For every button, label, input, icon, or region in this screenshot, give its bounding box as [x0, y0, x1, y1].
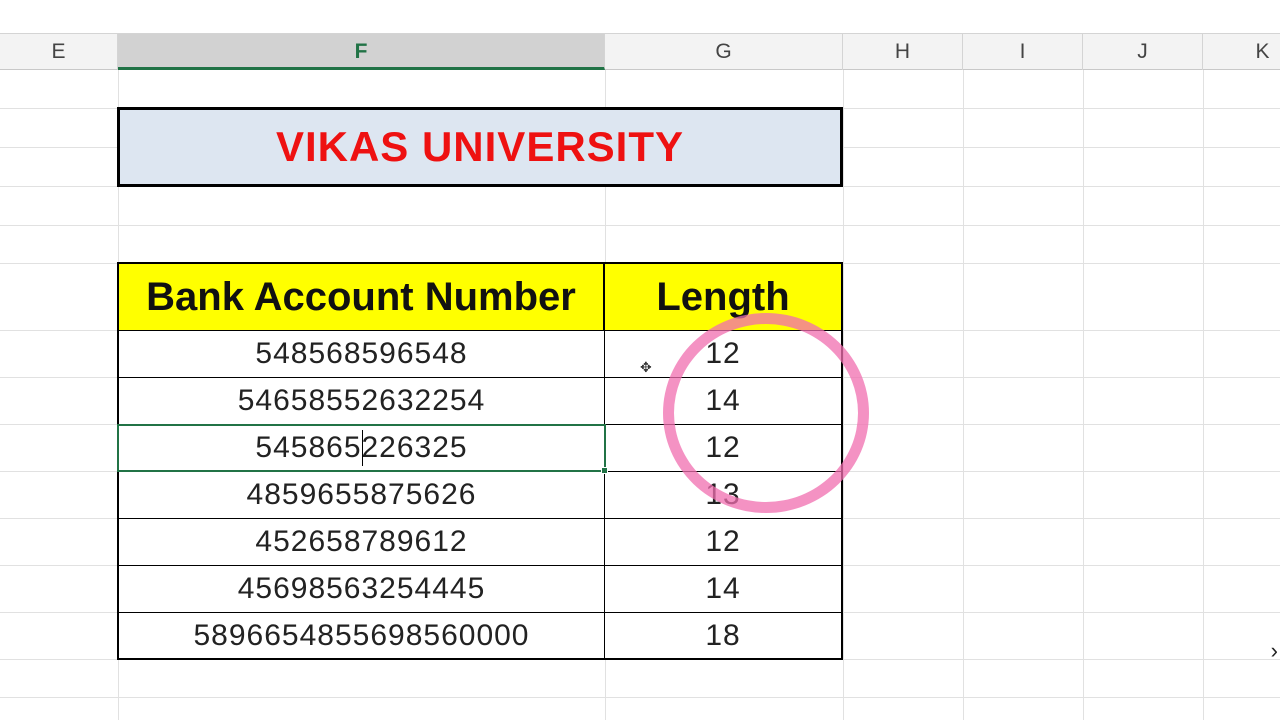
scroll-edge-icon[interactable]: ›	[1271, 638, 1278, 664]
account-cell[interactable]: 45698563254445	[119, 566, 605, 612]
university-title: VIKAS UNIVERSITY	[275, 123, 685, 170]
table-row: 545865226325 12	[119, 425, 841, 472]
title-cell[interactable]: VIKAS UNIVERSITY	[117, 107, 843, 187]
table-row: 5896654855698560000 18	[119, 613, 841, 660]
table-row: 452658789612 12	[119, 519, 841, 566]
account-cell[interactable]: 452658789612	[119, 519, 605, 565]
column-header-e[interactable]: E	[0, 34, 118, 70]
table-row: 4859655875626 13	[119, 472, 841, 519]
account-table: Bank Account Number Length 548568596548 …	[117, 262, 843, 660]
account-cell[interactable]: 5896654855698560000	[119, 613, 605, 659]
text-cursor	[362, 430, 363, 466]
account-cell[interactable]: 54658552632254	[119, 378, 605, 424]
column-header-k[interactable]: K	[1203, 34, 1280, 70]
length-cell[interactable]: 12	[605, 425, 841, 471]
move-cursor-icon: ✥	[640, 359, 652, 375]
table-row: 548568596548 12	[119, 331, 841, 378]
length-cell[interactable]: 14	[605, 566, 841, 612]
header-bank-account-number[interactable]: Bank Account Number	[119, 264, 605, 331]
table-row: 45698563254445 14	[119, 566, 841, 613]
length-cell[interactable]: 14	[605, 378, 841, 424]
fill-handle[interactable]	[601, 467, 608, 474]
table-row: 54658552632254 14	[119, 378, 841, 425]
column-header-bar: E F G H I J K	[0, 34, 1280, 70]
column-header-f[interactable]: F	[118, 34, 605, 70]
column-header-i[interactable]: I	[963, 34, 1083, 70]
account-cell[interactable]: 548568596548	[119, 331, 605, 377]
column-header-j[interactable]: J	[1083, 34, 1203, 70]
header-length[interactable]: Length	[605, 264, 841, 331]
column-header-h[interactable]: H	[843, 34, 963, 70]
toolbar-strip	[0, 0, 1280, 34]
length-cell[interactable]: 13	[605, 472, 841, 518]
length-cell[interactable]: 18	[605, 613, 841, 659]
column-header-g[interactable]: G	[605, 34, 843, 70]
length-cell[interactable]: 12	[605, 519, 841, 565]
account-cell[interactable]: 4859655875626	[119, 472, 605, 518]
